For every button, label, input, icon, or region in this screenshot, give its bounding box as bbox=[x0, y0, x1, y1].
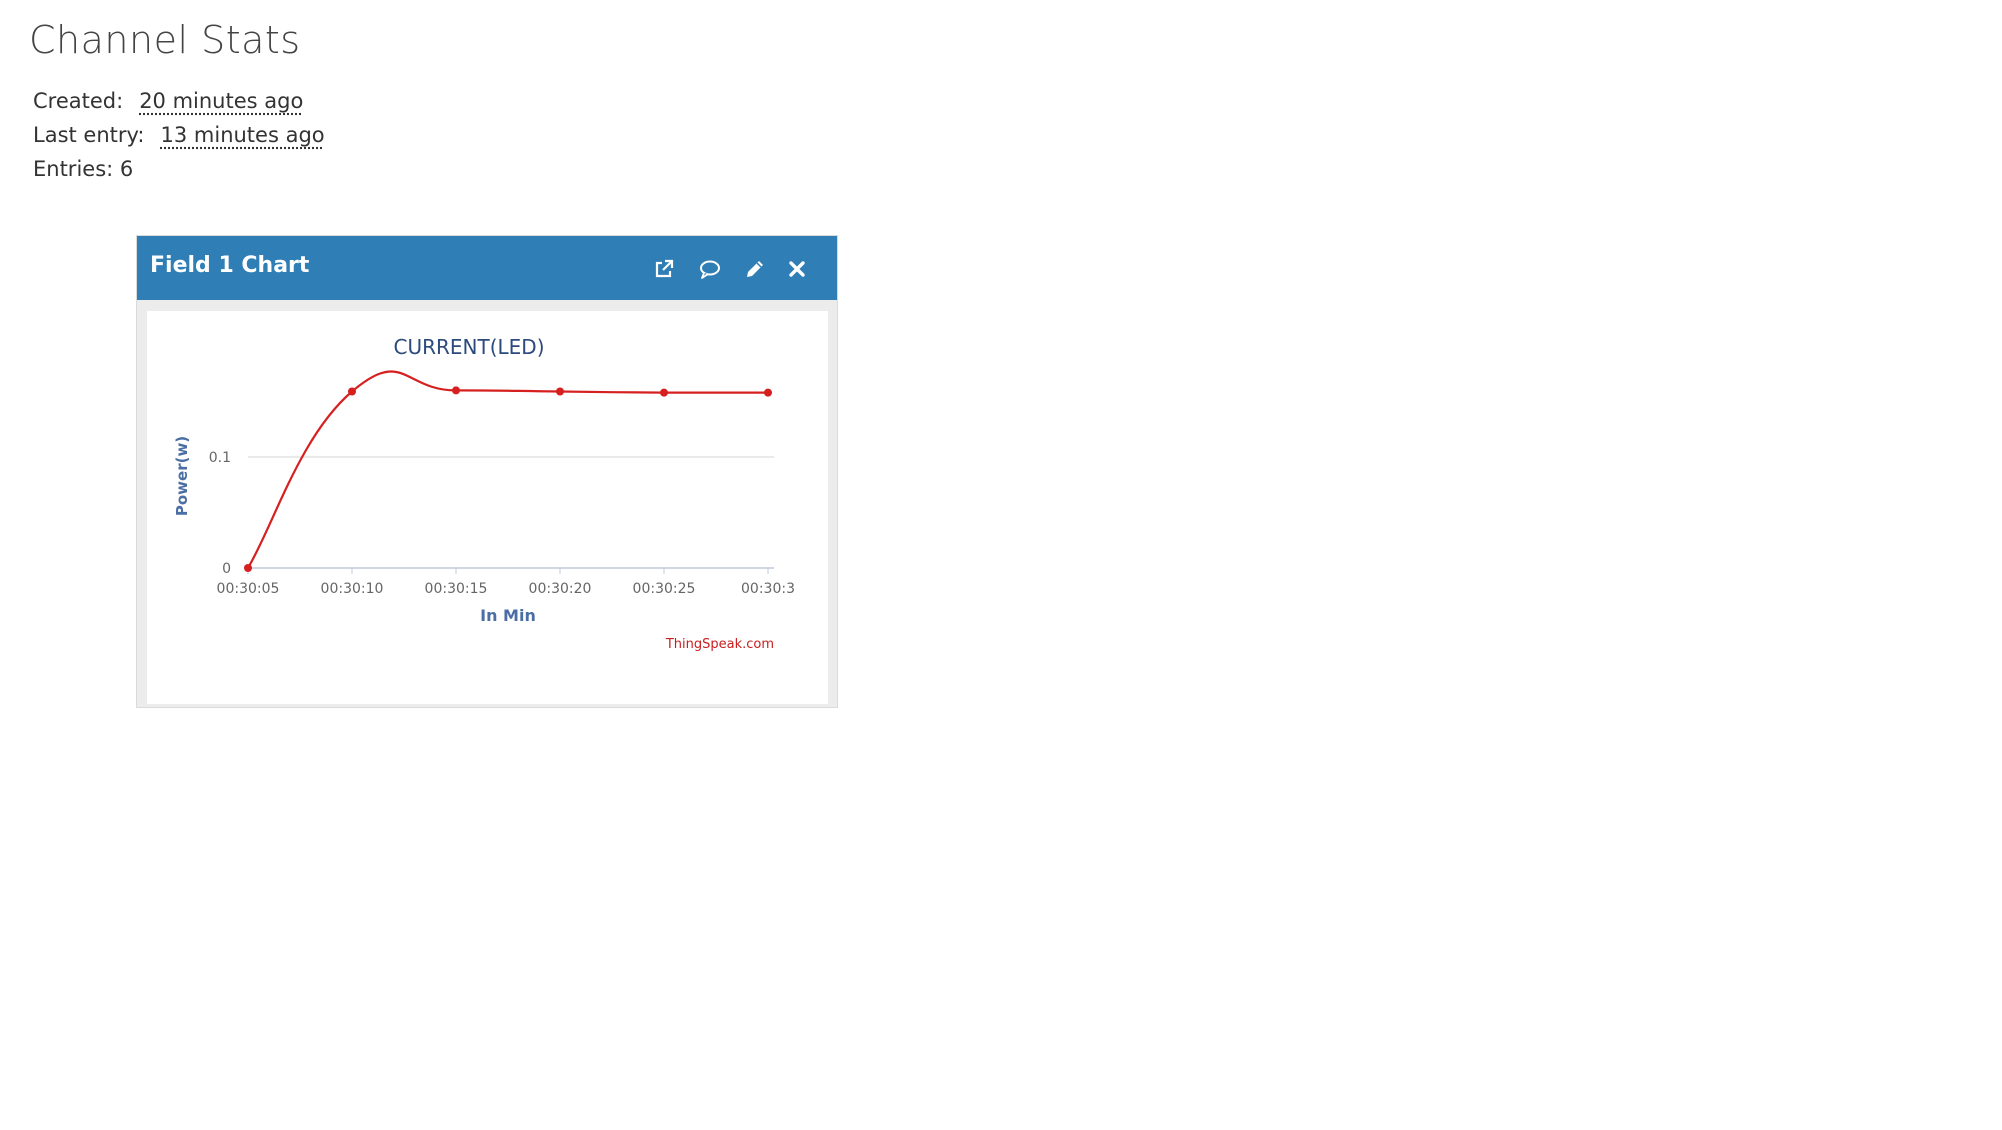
close-icon[interactable] bbox=[782, 254, 812, 284]
series-line bbox=[247, 370, 769, 569]
external-link-icon[interactable] bbox=[649, 254, 679, 284]
data-point[interactable] bbox=[348, 387, 356, 396]
channel-stats: Created: 20 minutes ago Last entry: 13 min… bbox=[33, 84, 325, 186]
x-tick-label: 00:30:3 bbox=[741, 581, 795, 597]
data-point[interactable] bbox=[244, 564, 252, 572]
y-tick-label: 0.1 bbox=[209, 450, 231, 466]
created-label: Created: bbox=[33, 89, 124, 113]
pencil-icon[interactable] bbox=[740, 254, 770, 284]
page-title: Channel Stats bbox=[29, 18, 301, 62]
created-timeago[interactable]: 20 minutes ago bbox=[139, 89, 303, 113]
data-point[interactable] bbox=[452, 386, 460, 395]
y-axis-label: Power(w) bbox=[173, 436, 191, 516]
x-tick-label: 00:30:10 bbox=[321, 581, 384, 597]
last-entry-timeago[interactable]: 13 minutes ago bbox=[161, 123, 325, 147]
x-axis-label: In Min bbox=[480, 606, 536, 625]
widget-header: Field 1 Chart bbox=[137, 236, 837, 300]
data-point[interactable] bbox=[660, 388, 668, 397]
last-entry-row: Last entry: 13 minutes ago bbox=[33, 118, 325, 152]
comment-icon[interactable] bbox=[695, 254, 725, 284]
data-point[interactable] bbox=[764, 388, 772, 397]
chart-area: CURRENT(LED) 00:30:05 00:30:10 00:30:15 00:… bbox=[147, 311, 828, 704]
thingspeak-credit[interactable]: ThingSpeak.com bbox=[665, 637, 774, 652]
entries-row: Entries: 6 bbox=[33, 152, 325, 186]
x-tick-label: 00:30:20 bbox=[529, 581, 592, 597]
widget-title: Field 1 Chart bbox=[150, 253, 310, 278]
x-tick-label: 00:30:25 bbox=[633, 581, 696, 597]
entries-count: Entries: 6 bbox=[33, 157, 134, 181]
field-1-chart-widget: Field 1 Chart CURRENT(LED) 00:30:05 00:3… bbox=[136, 235, 838, 708]
last-entry-label: Last entry: bbox=[33, 123, 145, 147]
data-point[interactable] bbox=[556, 387, 564, 396]
y-tick-label: 0 bbox=[222, 561, 231, 577]
line-chart: CURRENT(LED) 00:30:05 00:30:10 00:30:15 00:… bbox=[173, 335, 795, 652]
created-row: Created: 20 minutes ago bbox=[33, 84, 325, 118]
x-tick-label: 00:30:15 bbox=[425, 581, 488, 597]
chart-title: CURRENT(LED) bbox=[394, 335, 545, 359]
x-tick-label: 00:30:05 bbox=[217, 581, 280, 597]
